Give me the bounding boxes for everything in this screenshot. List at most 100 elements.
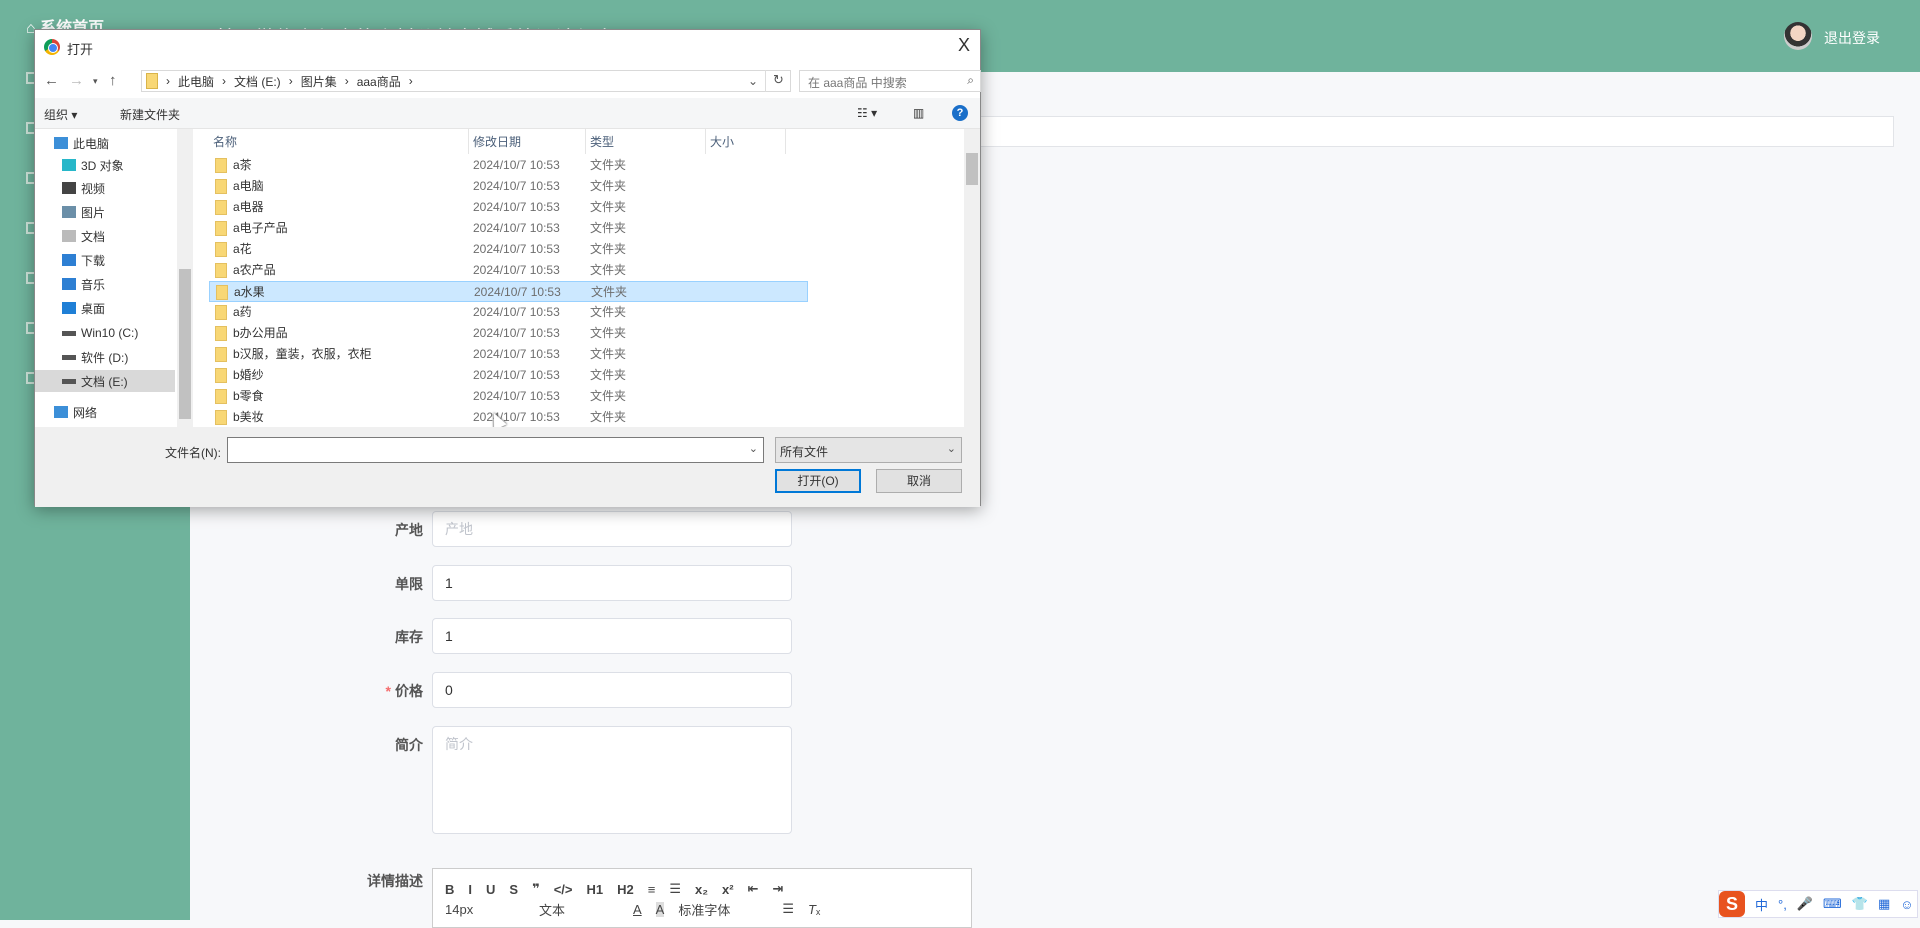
nav-item[interactable]: 图片: [35, 201, 175, 223]
search-bar[interactable]: [973, 116, 1894, 147]
field-label-text: 库存: [395, 629, 423, 645]
skin-icon[interactable]: 👕: [1852, 896, 1868, 912]
back-icon[interactable]: ←: [44, 72, 59, 89]
nav-item[interactable]: 下载: [35, 249, 175, 271]
nav-item[interactable]: 视频: [35, 177, 175, 199]
editor-tool-icon[interactable]: x₂: [695, 882, 708, 897]
editor-tool-icon[interactable]: x²: [722, 882, 734, 897]
editor-tool-icon[interactable]: S: [509, 882, 518, 897]
view-options-icon[interactable]: ☷ ▾: [857, 106, 877, 120]
file-type-select[interactable]: 所有文件 ⌄: [775, 437, 962, 463]
navigation-pane: 此电脑 3D 对象 视频 图片 文档 下载音乐桌面 Win10 (C:) 软件 (D:) 文档 …: [35, 129, 177, 427]
column-header-type[interactable]: 类型: [586, 129, 706, 154]
chevron-down-icon: ⌄: [946, 443, 956, 455]
field-input[interactable]: 产地: [432, 511, 792, 547]
file-row[interactable]: a茶 2024/10/7 10:53 文件夹: [209, 155, 808, 176]
field-input[interactable]: 1: [432, 565, 792, 601]
column-header-size[interactable]: 大小: [706, 129, 786, 154]
file-row[interactable]: b办公用品 2024/10/7 10:53 文件夹: [209, 323, 808, 344]
nav-item-label: 音乐: [81, 277, 106, 292]
file-row[interactable]: b汉服，童装，衣服，衣柜 2024/10/7 10:53 文件夹: [209, 344, 808, 365]
file-row[interactable]: a电脑 2024/10/7 10:53 文件夹: [209, 176, 808, 197]
breadcrumb-item[interactable]: 此电脑: [178, 73, 214, 90]
editor-tool-icon[interactable]: ⇥: [773, 881, 784, 897]
file-row[interactable]: b零食 2024/10/7 10:53 文件夹: [209, 386, 808, 407]
nav-item[interactable]: 网络: [35, 401, 175, 423]
breadcrumb-item[interactable]: 文档 (E:): [234, 73, 281, 90]
font-family-select[interactable]: 标准字体: [678, 900, 768, 919]
column-header-date[interactable]: 修改日期: [469, 129, 586, 154]
nav-item[interactable]: 3D 对象: [35, 154, 175, 176]
nav-item[interactable]: 桌面: [35, 297, 175, 319]
text-color-icon[interactable]: A: [633, 902, 642, 917]
editor-tool-icon[interactable]: ≡: [648, 882, 656, 897]
toolbox-icon[interactable]: ▦: [1878, 896, 1890, 912]
microphone-icon[interactable]: 🎤: [1797, 896, 1813, 912]
field-input[interactable]: 简介: [432, 726, 792, 834]
editor-tool-icon[interactable]: H1: [587, 882, 604, 897]
breadcrumb-item[interactable]: aaa商品: [357, 73, 401, 90]
file-row[interactable]: a电子产品 2024/10/7 10:53 文件夹: [209, 218, 808, 239]
nav-item[interactable]: 此电脑: [35, 132, 175, 154]
list-scrollbar[interactable]: [964, 129, 980, 427]
editor-tool-icon[interactable]: ⇤: [748, 881, 759, 897]
ime-toolbar[interactable]: S 中 °, 🎤 ⌨ 👕 ▦ ☺: [1718, 890, 1918, 918]
field-input[interactable]: 0: [432, 672, 792, 708]
computer-icon: [54, 137, 68, 149]
editor-tool-icon[interactable]: ☰: [669, 881, 681, 897]
avatar[interactable]: [1784, 22, 1812, 50]
open-button[interactable]: 打开(O): [775, 469, 861, 493]
cancel-button[interactable]: 取消: [876, 469, 962, 493]
ime-item[interactable]: °,: [1778, 897, 1787, 912]
close-button[interactable]: X: [958, 35, 970, 56]
file-row[interactable]: a水果 2024/10/7 10:53 文件夹: [209, 281, 808, 302]
file-row[interactable]: a农产品 2024/10/7 10:53 文件夹: [209, 260, 808, 281]
file-row[interactable]: b婚纱 2024/10/7 10:53 文件夹: [209, 365, 808, 386]
nav-item[interactable]: 文档 (E:): [35, 370, 175, 392]
editor-tool-icon[interactable]: B: [445, 882, 454, 897]
editor-tool-icon[interactable]: I: [468, 882, 472, 897]
block-format-select[interactable]: 文本: [539, 900, 619, 919]
refresh-icon[interactable]: ↻: [765, 70, 791, 92]
new-folder-button[interactable]: 新建文件夹: [120, 106, 180, 123]
search-input[interactable]: 在 aaa商品 中搜索 ⌕: [799, 70, 981, 92]
address-bar[interactable]: › 此电脑 › 文档 (E:) › 图片集 › aaa商品 › ⌄: [141, 70, 791, 92]
nav-item[interactable]: 音乐: [35, 273, 175, 295]
chevron-down-icon[interactable]: ⌄: [748, 74, 758, 88]
emoji-icon[interactable]: ☺: [1900, 897, 1913, 912]
filename-input[interactable]: ⌄: [227, 437, 764, 463]
background-color-icon[interactable]: A: [655, 901, 665, 917]
file-type: 文件夹: [590, 305, 627, 319]
rich-text-editor[interactable]: B I U S ❞ </> H1 H2 ≡ ☰ x₂ x² ⇤ ⇥ 14px 文本 A A 标准字体 ☰ …: [432, 868, 972, 928]
file-row[interactable]: a电器 2024/10/7 10:53 文件夹: [209, 197, 808, 218]
logout-button[interactable]: 退出登录: [1824, 28, 1880, 48]
file-row[interactable]: b美妆 2024/10/7 10:53 文件夹: [209, 407, 808, 428]
preview-pane-icon[interactable]: ▥: [913, 106, 924, 120]
nav-item[interactable]: Win10 (C:): [35, 322, 175, 344]
field-input[interactable]: 1: [432, 618, 792, 654]
keyboard-icon[interactable]: ⌨: [1823, 896, 1842, 912]
nav-item[interactable]: 软件 (D:): [35, 346, 175, 368]
ime-item[interactable]: 中: [1755, 895, 1768, 914]
editor-tool-icon[interactable]: U: [486, 882, 495, 897]
clear-format-icon[interactable]: Tₓ: [808, 902, 820, 917]
up-icon[interactable]: ↑: [109, 72, 117, 89]
file-row[interactable]: a药 2024/10/7 10:53 文件夹: [209, 302, 808, 323]
editor-tool-icon[interactable]: </>: [554, 882, 573, 897]
recent-dropdown-icon[interactable]: ▾: [93, 76, 98, 87]
file-row[interactable]: a花 2024/10/7 10:53 文件夹: [209, 239, 808, 260]
align-icon[interactable]: ☰: [782, 901, 794, 917]
organize-button[interactable]: 组织 ▾: [44, 106, 77, 123]
nav-item[interactable]: 文档: [35, 225, 175, 247]
font-size-select[interactable]: 14px: [445, 902, 525, 917]
chevron-down-icon[interactable]: ⌄: [749, 442, 758, 455]
help-icon[interactable]: ?: [952, 105, 968, 121]
file-list: 名称 修改日期 类型 大小 a茶 2024/10/7 10:53 文件夹 a电脑 202…: [209, 129, 979, 431]
editor-tool-icon[interactable]: H2: [617, 882, 634, 897]
chrome-icon: [44, 39, 60, 55]
nav-scrollbar[interactable]: [177, 129, 193, 427]
column-header-name[interactable]: 名称: [209, 129, 469, 154]
forward-icon[interactable]: →: [69, 72, 84, 89]
breadcrumb-item[interactable]: 图片集: [301, 73, 337, 90]
editor-tool-icon[interactable]: ❞: [532, 881, 540, 897]
